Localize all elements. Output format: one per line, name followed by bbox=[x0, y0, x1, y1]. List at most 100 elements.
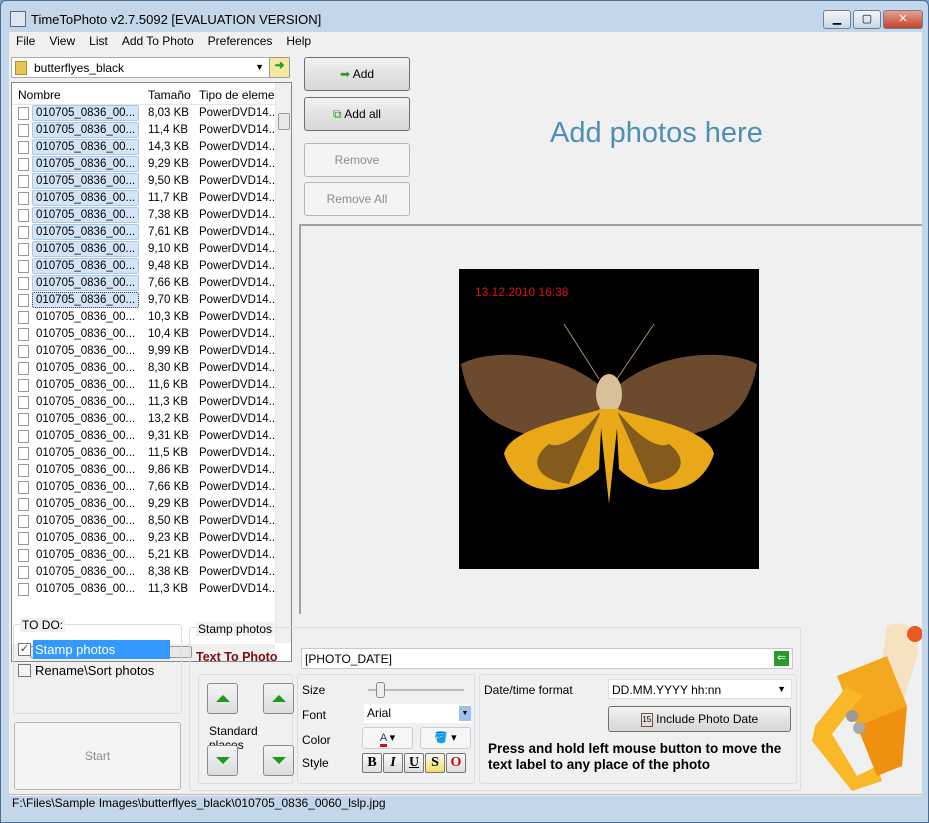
file-row[interactable]: 010705_0836_00... 9,86 KB PowerDVD14... bbox=[12, 462, 291, 479]
file-name: 010705_0836_00... bbox=[32, 122, 140, 138]
include-photo-date-button[interactable]: 15 Include Photo Date bbox=[608, 706, 791, 732]
file-name: 010705_0836_00... bbox=[36, 396, 136, 408]
font-select[interactable]: Arial ▼ bbox=[364, 704, 471, 723]
top-right-place-button[interactable] bbox=[263, 683, 294, 714]
vertical-scrollbar[interactable] bbox=[275, 83, 291, 643]
file-size: 11,4 KB bbox=[148, 124, 189, 136]
file-row[interactable]: 010705_0836_00... 11,3 KB PowerDVD14... bbox=[12, 581, 291, 598]
menu-file[interactable]: File bbox=[9, 32, 42, 48]
file-type: PowerDVD14... bbox=[199, 209, 279, 221]
file-row[interactable]: 010705_0836_00... 11,5 KB PowerDVD14... bbox=[12, 445, 291, 462]
rename-sort-checkbox[interactable]: Rename\Sort photos bbox=[18, 661, 170, 680]
start-button[interactable]: Start bbox=[14, 722, 181, 790]
file-row[interactable]: 010705_0836_00... 7,61 KB PowerDVD14... bbox=[12, 224, 291, 241]
bold-button[interactable]: B bbox=[362, 753, 382, 773]
maximize-button[interactable]: ▢ bbox=[853, 10, 881, 29]
outline-button[interactable]: O bbox=[446, 753, 466, 773]
file-row[interactable]: 010705_0836_00... 11,6 KB PowerDVD14... bbox=[12, 377, 291, 394]
file-row[interactable]: 010705_0836_00... 14,3 KB PowerDVD14... bbox=[12, 139, 291, 156]
file-row[interactable]: 010705_0836_00... 9,50 KB PowerDVD14... bbox=[12, 173, 291, 190]
file-name: 010705_0836_00... bbox=[32, 292, 140, 308]
file-icon bbox=[18, 345, 29, 358]
file-row[interactable]: 010705_0836_00... 9,48 KB PowerDVD14... bbox=[12, 258, 291, 275]
text-color-button[interactable]: A ▾ bbox=[362, 727, 413, 749]
datetime-format-select[interactable]: DD.MM.YYYY hh:nn ▼ bbox=[608, 679, 792, 699]
italic-button[interactable]: I bbox=[383, 753, 403, 773]
file-row[interactable]: 010705_0836_00... 5,21 KB PowerDVD14... bbox=[12, 547, 291, 564]
file-name: 010705_0836_00... bbox=[36, 515, 136, 527]
datetime-group: Date/time format DD.MM.YYYY hh:nn ▼ 15 I… bbox=[479, 674, 797, 784]
menu-list[interactable]: List bbox=[82, 32, 115, 48]
file-name: 010705_0836_00... bbox=[32, 190, 140, 206]
file-type: PowerDVD14... bbox=[199, 345, 279, 357]
file-icon bbox=[18, 226, 29, 239]
file-type: PowerDVD14... bbox=[199, 311, 279, 323]
file-name: 010705_0836_00... bbox=[36, 430, 136, 442]
file-row[interactable]: 010705_0836_00... 8,30 KB PowerDVD14... bbox=[12, 360, 291, 377]
drop-hint: Add photos here bbox=[550, 117, 763, 149]
file-row[interactable]: 010705_0836_00... 9,29 KB PowerDVD14... bbox=[12, 496, 291, 513]
file-row[interactable]: 010705_0836_00... 9,10 KB PowerDVD14... bbox=[12, 241, 291, 258]
file-row[interactable]: 010705_0836_00... 9,23 KB PowerDVD14... bbox=[12, 530, 291, 547]
menu-help[interactable]: Help bbox=[279, 32, 318, 48]
apply-arrow-icon[interactable]: ⇐ bbox=[774, 651, 789, 666]
remove-all-button[interactable]: Remove All bbox=[304, 182, 410, 216]
minimize-button[interactable]: ▁ bbox=[823, 10, 851, 29]
file-row[interactable]: 010705_0836_00... 10,4 KB PowerDVD14... bbox=[12, 326, 291, 343]
file-type: PowerDVD14... bbox=[199, 328, 279, 340]
folder-select[interactable]: butterflyes_black ▼ bbox=[11, 57, 271, 78]
top-left-place-button[interactable] bbox=[207, 683, 238, 714]
menu-view[interactable]: View bbox=[42, 32, 82, 48]
file-row[interactable]: 010705_0836_00... 9,31 KB PowerDVD14... bbox=[12, 428, 291, 445]
file-row[interactable]: 010705_0836_00... 9,29 KB PowerDVD14... bbox=[12, 156, 291, 173]
file-row[interactable]: 010705_0836_00... 11,4 KB PowerDVD14... bbox=[12, 122, 291, 139]
file-row[interactable]: 010705_0836_00... 8,03 KB PowerDVD14... bbox=[12, 105, 291, 122]
file-icon bbox=[18, 413, 29, 426]
bottom-left-place-button[interactable] bbox=[207, 745, 238, 776]
folder-up-button[interactable]: ➜ bbox=[269, 57, 290, 78]
file-name: 010705_0836_00... bbox=[36, 311, 136, 323]
file-icon bbox=[18, 277, 29, 290]
column-name[interactable]: Nombre bbox=[18, 88, 61, 102]
file-row[interactable]: 010705_0836_00... 11,3 KB PowerDVD14... bbox=[12, 394, 291, 411]
remove-button[interactable]: Remove bbox=[304, 143, 410, 177]
todo-group: TO DO: ✓ Stamp photos Rename\Sort photos bbox=[13, 618, 182, 714]
underline-button[interactable]: U bbox=[404, 753, 424, 773]
photo-preview[interactable]: 13.12.2010 16:38 bbox=[459, 269, 759, 569]
bottom-right-place-button[interactable] bbox=[263, 745, 294, 776]
stamp-photos-checkbox[interactable]: ✓ Stamp photos bbox=[18, 640, 170, 659]
todo-title: TO DO: bbox=[20, 618, 66, 632]
file-row[interactable]: 010705_0836_00... 11,7 KB PowerDVD14... bbox=[12, 190, 291, 207]
font-value: Arial bbox=[367, 706, 392, 720]
file-row[interactable]: 010705_0836_00... 8,38 KB PowerDVD14... bbox=[12, 564, 291, 581]
file-type: PowerDVD14... bbox=[199, 226, 279, 238]
file-name: 010705_0836_00... bbox=[32, 173, 140, 189]
file-name: 010705_0836_00... bbox=[32, 275, 140, 291]
column-size[interactable]: Tamaño bbox=[148, 88, 191, 102]
preview-area[interactable]: 13.12.2010 16:38 bbox=[299, 224, 922, 614]
file-row[interactable]: 010705_0836_00... 7,38 KB PowerDVD14... bbox=[12, 207, 291, 224]
file-row[interactable]: 010705_0836_00... 10,3 KB PowerDVD14... bbox=[12, 309, 291, 326]
menu-preferences[interactable]: Preferences bbox=[201, 32, 280, 48]
file-row[interactable]: 010705_0836_00... 7,66 KB PowerDVD14... bbox=[12, 275, 291, 292]
file-row[interactable]: 010705_0836_00... 13,2 KB PowerDVD14... bbox=[12, 411, 291, 428]
size-slider[interactable] bbox=[368, 682, 464, 698]
file-row[interactable]: 010705_0836_00... 8,50 KB PowerDVD14... bbox=[12, 513, 291, 530]
close-button[interactable]: ✕ bbox=[883, 10, 923, 29]
background-color-button[interactable]: 🪣 ▾ bbox=[420, 727, 471, 749]
style-buttons: BIUSO bbox=[362, 753, 467, 773]
file-icon bbox=[18, 379, 29, 392]
file-row[interactable]: 010705_0836_00... 9,99 KB PowerDVD14... bbox=[12, 343, 291, 360]
file-icon bbox=[18, 192, 29, 205]
file-list[interactable]: Nombre Tamaño Tipo de eleme... 010705_08… bbox=[11, 82, 292, 662]
add-button[interactable]: ➡ Add bbox=[304, 57, 410, 91]
add-all-button[interactable]: ⧉ Add all bbox=[304, 97, 410, 131]
file-row[interactable]: 010705_0836_00... 9,70 KB PowerDVD14... bbox=[12, 292, 291, 309]
file-row[interactable]: 010705_0836_00... 7,66 KB PowerDVD14... bbox=[12, 479, 291, 496]
file-name: 010705_0836_00... bbox=[36, 532, 136, 544]
column-type[interactable]: Tipo de eleme... bbox=[199, 88, 285, 102]
file-type: PowerDVD14... bbox=[199, 396, 279, 408]
text-to-photo-input[interactable]: [PHOTO_DATE] ⇐ bbox=[301, 648, 793, 669]
shadow-button[interactable]: S bbox=[425, 753, 445, 773]
menu-add-to-photo[interactable]: Add To Photo bbox=[115, 32, 201, 48]
